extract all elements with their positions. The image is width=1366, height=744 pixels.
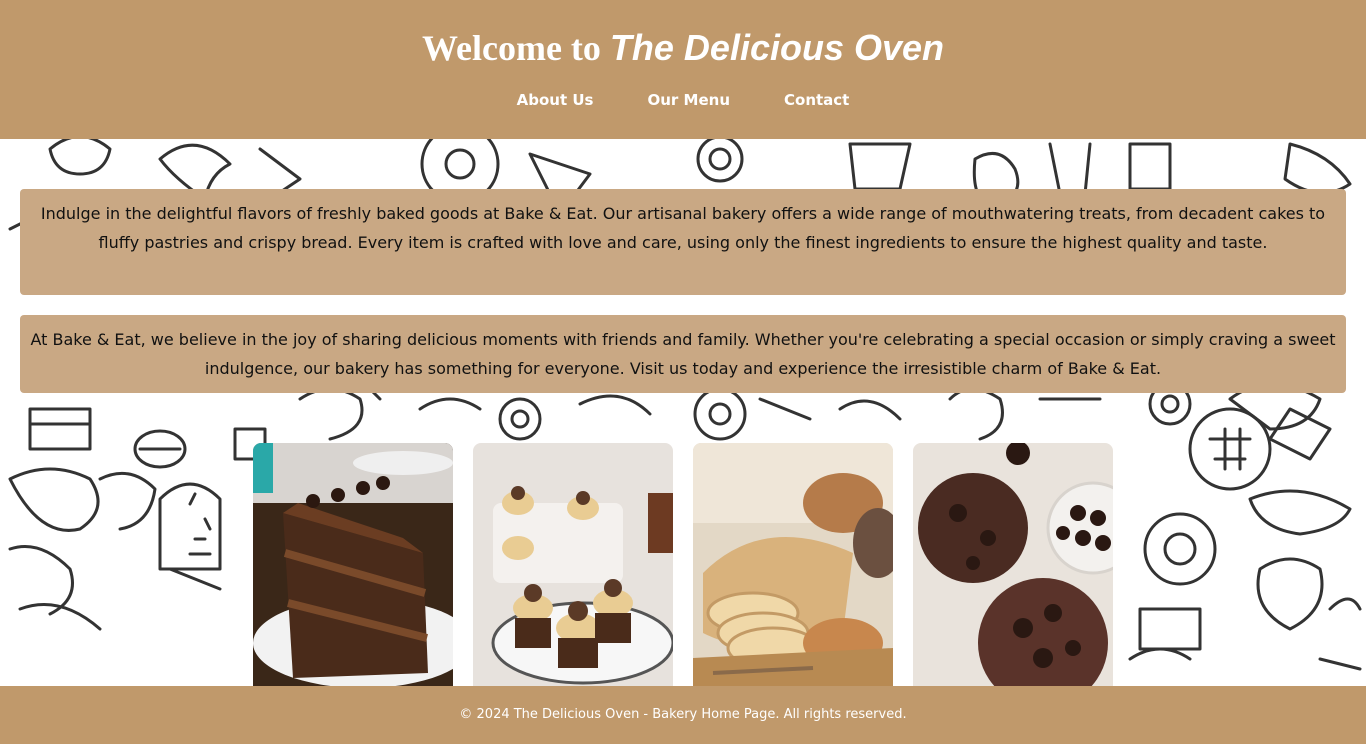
nav-our-menu[interactable]: Our Menu xyxy=(647,90,730,110)
chocolate-cookies-image xyxy=(913,443,1113,686)
nav-about-us[interactable]: About Us xyxy=(517,90,594,110)
nav-contact[interactable]: Contact xyxy=(784,90,849,110)
cupcakes-image xyxy=(473,443,673,686)
site-header: Welcome to The Delicious Oven About Us O… xyxy=(0,0,1366,139)
intro-panel: Indulge in the delightful flavors of fre… xyxy=(20,189,1346,295)
bread-basket-image xyxy=(693,443,893,686)
about-panel: At Bake & Eat, we believe in the joy of … xyxy=(20,315,1346,393)
copyright-text: © 2024 The Delicious Oven - Bakery Home … xyxy=(459,707,907,722)
title-prefix: Welcome to xyxy=(421,28,601,68)
site-footer: © 2024 The Delicious Oven - Bakery Home … xyxy=(0,686,1366,744)
page-title: Welcome to The Delicious Oven xyxy=(0,26,1366,70)
chocolate-cake-image xyxy=(253,443,453,686)
product-gallery xyxy=(253,443,1113,686)
main-nav: About Us Our Menu Contact xyxy=(0,90,1366,110)
brand-name: The Delicious Oven xyxy=(609,27,945,68)
intro-paragraph: Indulge in the delightful flavors of fre… xyxy=(40,204,1326,252)
about-paragraph: At Bake & Eat, we believe in the joy of … xyxy=(30,330,1336,378)
